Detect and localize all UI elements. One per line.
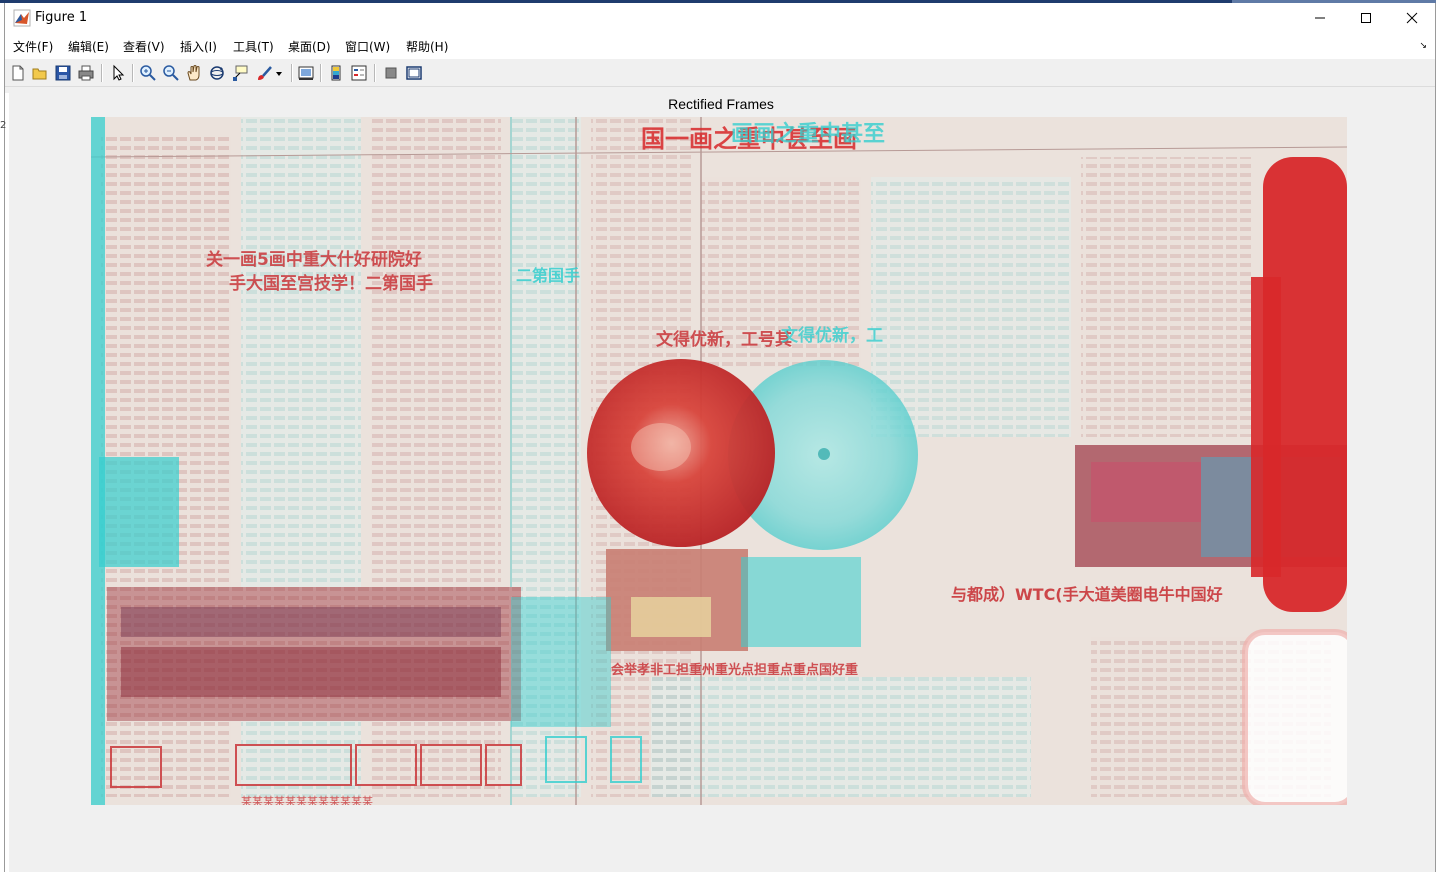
svg-text:二第国手: 二第国手 (516, 266, 580, 285)
maximize-icon (1361, 13, 1371, 23)
window-title: Figure 1 (35, 10, 88, 25)
figure-toolbar (5, 59, 1435, 87)
maximize-button[interactable] (1343, 3, 1389, 33)
show-plot-tools-icon[interactable] (405, 64, 423, 82)
bottom-line-text: 某某某某某某某某某某某某 (241, 795, 373, 805)
close-button[interactable] (1389, 3, 1435, 33)
matlab-logo-icon (13, 9, 31, 27)
open-file-icon[interactable] (31, 64, 49, 82)
hide-plot-tools-icon[interactable] (382, 64, 400, 82)
svg-text:文得优新，工: 文得优新，工 (781, 325, 883, 346)
menu-file[interactable]: 文件(F) (13, 38, 53, 55)
menu-window[interactable]: 窗口(W) (345, 38, 390, 55)
rectified-stereo-anaglyph-image[interactable]: 国一画之重中甚至画 画画之重中甚至 关一画5画中重大什好研院好 手大国至宫技学！… (91, 117, 1347, 805)
title-bar[interactable]: Figure 1 (5, 3, 1435, 33)
pan-hand-icon[interactable] (185, 64, 203, 82)
menu-tools[interactable]: 工具(T) (233, 38, 274, 55)
axes-title: Rectified Frames (668, 96, 774, 112)
toolbar-separator (132, 64, 134, 82)
window-left-edge (5, 93, 9, 875)
figure-window: Figure 1 文件(F) 编辑(E) 查看(V) 插入(I) 工具(T) 桌… (4, 3, 1436, 875)
zoom-out-icon[interactable] (162, 64, 180, 82)
save-icon[interactable] (54, 64, 72, 82)
menu-insert[interactable]: 插入(I) (180, 38, 217, 55)
minimize-button[interactable] (1297, 3, 1343, 33)
zoom-in-icon[interactable] (139, 64, 157, 82)
pointer-icon[interactable] (109, 64, 127, 82)
menu-desktop[interactable]: 桌面(D) (288, 38, 331, 55)
brush-dropdown-icon[interactable] (274, 64, 284, 82)
new-figure-icon[interactable] (9, 64, 27, 82)
legend-icon[interactable] (350, 64, 368, 82)
menu-edit[interactable]: 编辑(E) (68, 38, 109, 55)
brush-icon[interactable] (255, 64, 273, 82)
data-cursor-icon[interactable] (231, 64, 249, 82)
link-plot-icon[interactable] (297, 64, 315, 82)
toolbar-separator (101, 64, 103, 82)
toolbar-separator (320, 64, 322, 82)
caption-bottom: 会举孝非工担重州重光点担重点重点国好重 (611, 662, 858, 678)
menu-overflow-arrow-icon[interactable]: ↘ (1419, 41, 1427, 51)
close-icon (1406, 12, 1418, 24)
svg-text:画画之重中甚至: 画画之重中甚至 (731, 121, 885, 147)
menu-view[interactable]: 查看(V) (123, 38, 165, 55)
toolbar-separator (291, 64, 293, 82)
background-window-edge: 2 (0, 120, 7, 131)
toolbar-separator (374, 64, 376, 82)
minimize-icon (1315, 17, 1325, 19)
rotate-3d-icon[interactable] (208, 64, 226, 82)
headline-center: 文得优新，工号其 (656, 329, 792, 350)
menu-help[interactable]: 帮助(H) (406, 38, 448, 55)
headline-left-line2: 手大国至宫技学！二第国手 (229, 273, 433, 294)
headline-left-line1: 关一画5画中重大什好研院好 (206, 249, 422, 270)
caption-right: 与都成）WTC(手大道美圈电牛中国好 (951, 585, 1223, 604)
desktop-right-edge (1436, 0, 1442, 872)
print-icon[interactable] (77, 64, 95, 82)
colorbar-icon[interactable] (327, 64, 345, 82)
menu-bar: 文件(F) 编辑(E) 查看(V) 插入(I) 工具(T) 桌面(D) 窗口(W… (5, 33, 1435, 59)
